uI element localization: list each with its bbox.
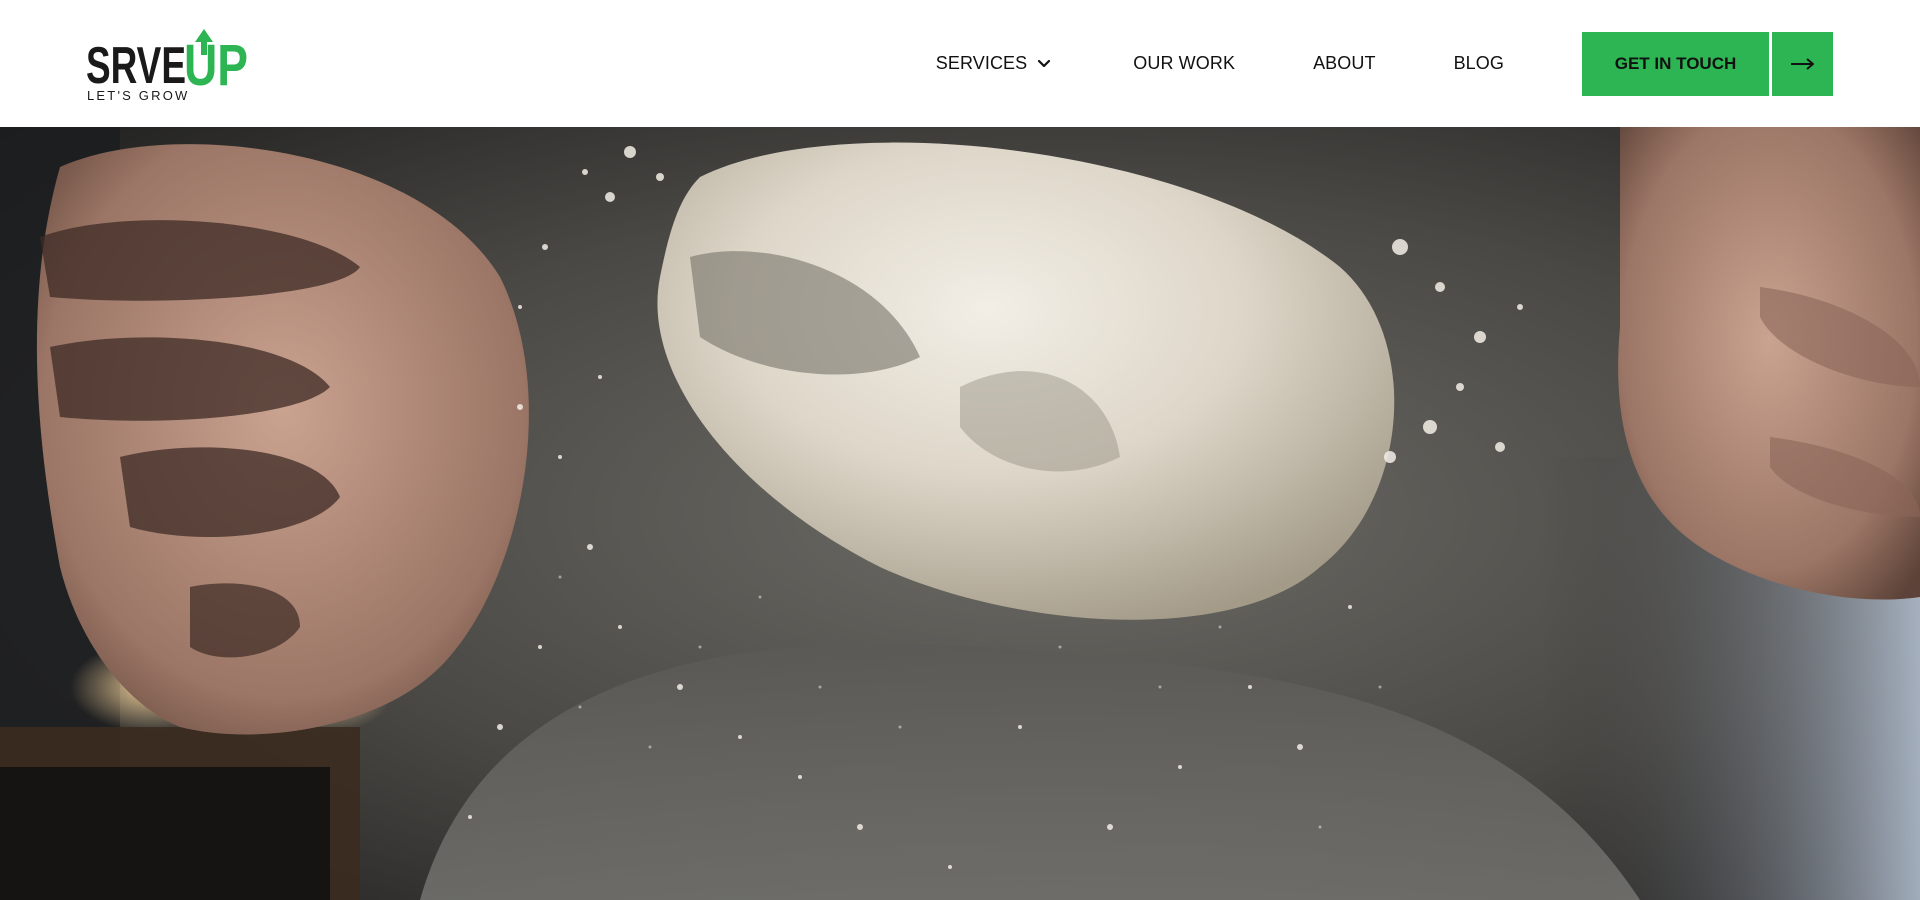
logo-wordmark-dark: SRVE bbox=[86, 37, 186, 95]
brand-logo[interactable]: SRVE UP LET'S GROW bbox=[86, 25, 251, 103]
nav-item-services[interactable]: SERVICES bbox=[936, 44, 1054, 84]
cta-arrow-button[interactable] bbox=[1772, 31, 1833, 96]
arrow-right-icon bbox=[1790, 57, 1814, 70]
nav-item-our-work[interactable]: OUR WORK bbox=[1133, 44, 1235, 84]
hero-video bbox=[0, 127, 1920, 900]
nav-item-our-work-label: OUR WORK bbox=[1133, 53, 1236, 73]
main-nav: SERVICES OUR WORK ABOUT BLOG GET IN TOUC… bbox=[936, 0, 1834, 127]
nav-item-blog-label: BLOG bbox=[1453, 53, 1504, 73]
site-header: SRVE UP LET'S GROW SERVICES OUR WORK ABO… bbox=[0, 0, 1920, 127]
logo-graphic: SRVE UP LET'S GROW bbox=[86, 28, 248, 103]
hero-image bbox=[0, 127, 1920, 900]
nav-item-about-label: ABOUT bbox=[1313, 53, 1376, 73]
logo-tagline: LET'S GROW bbox=[87, 88, 190, 103]
nav-item-blog[interactable]: BLOG bbox=[1454, 44, 1504, 84]
get-in-touch-label[interactable]: GET IN TOUCH bbox=[1582, 31, 1769, 96]
get-in-touch-button[interactable]: GET IN TOUCH bbox=[1582, 31, 1833, 96]
nav-item-about[interactable]: ABOUT bbox=[1313, 44, 1376, 84]
logo-wordmark-green: UP bbox=[184, 33, 248, 98]
chevron-down-icon bbox=[1038, 59, 1051, 67]
nav-item-services-label: SERVICES bbox=[935, 53, 1028, 73]
